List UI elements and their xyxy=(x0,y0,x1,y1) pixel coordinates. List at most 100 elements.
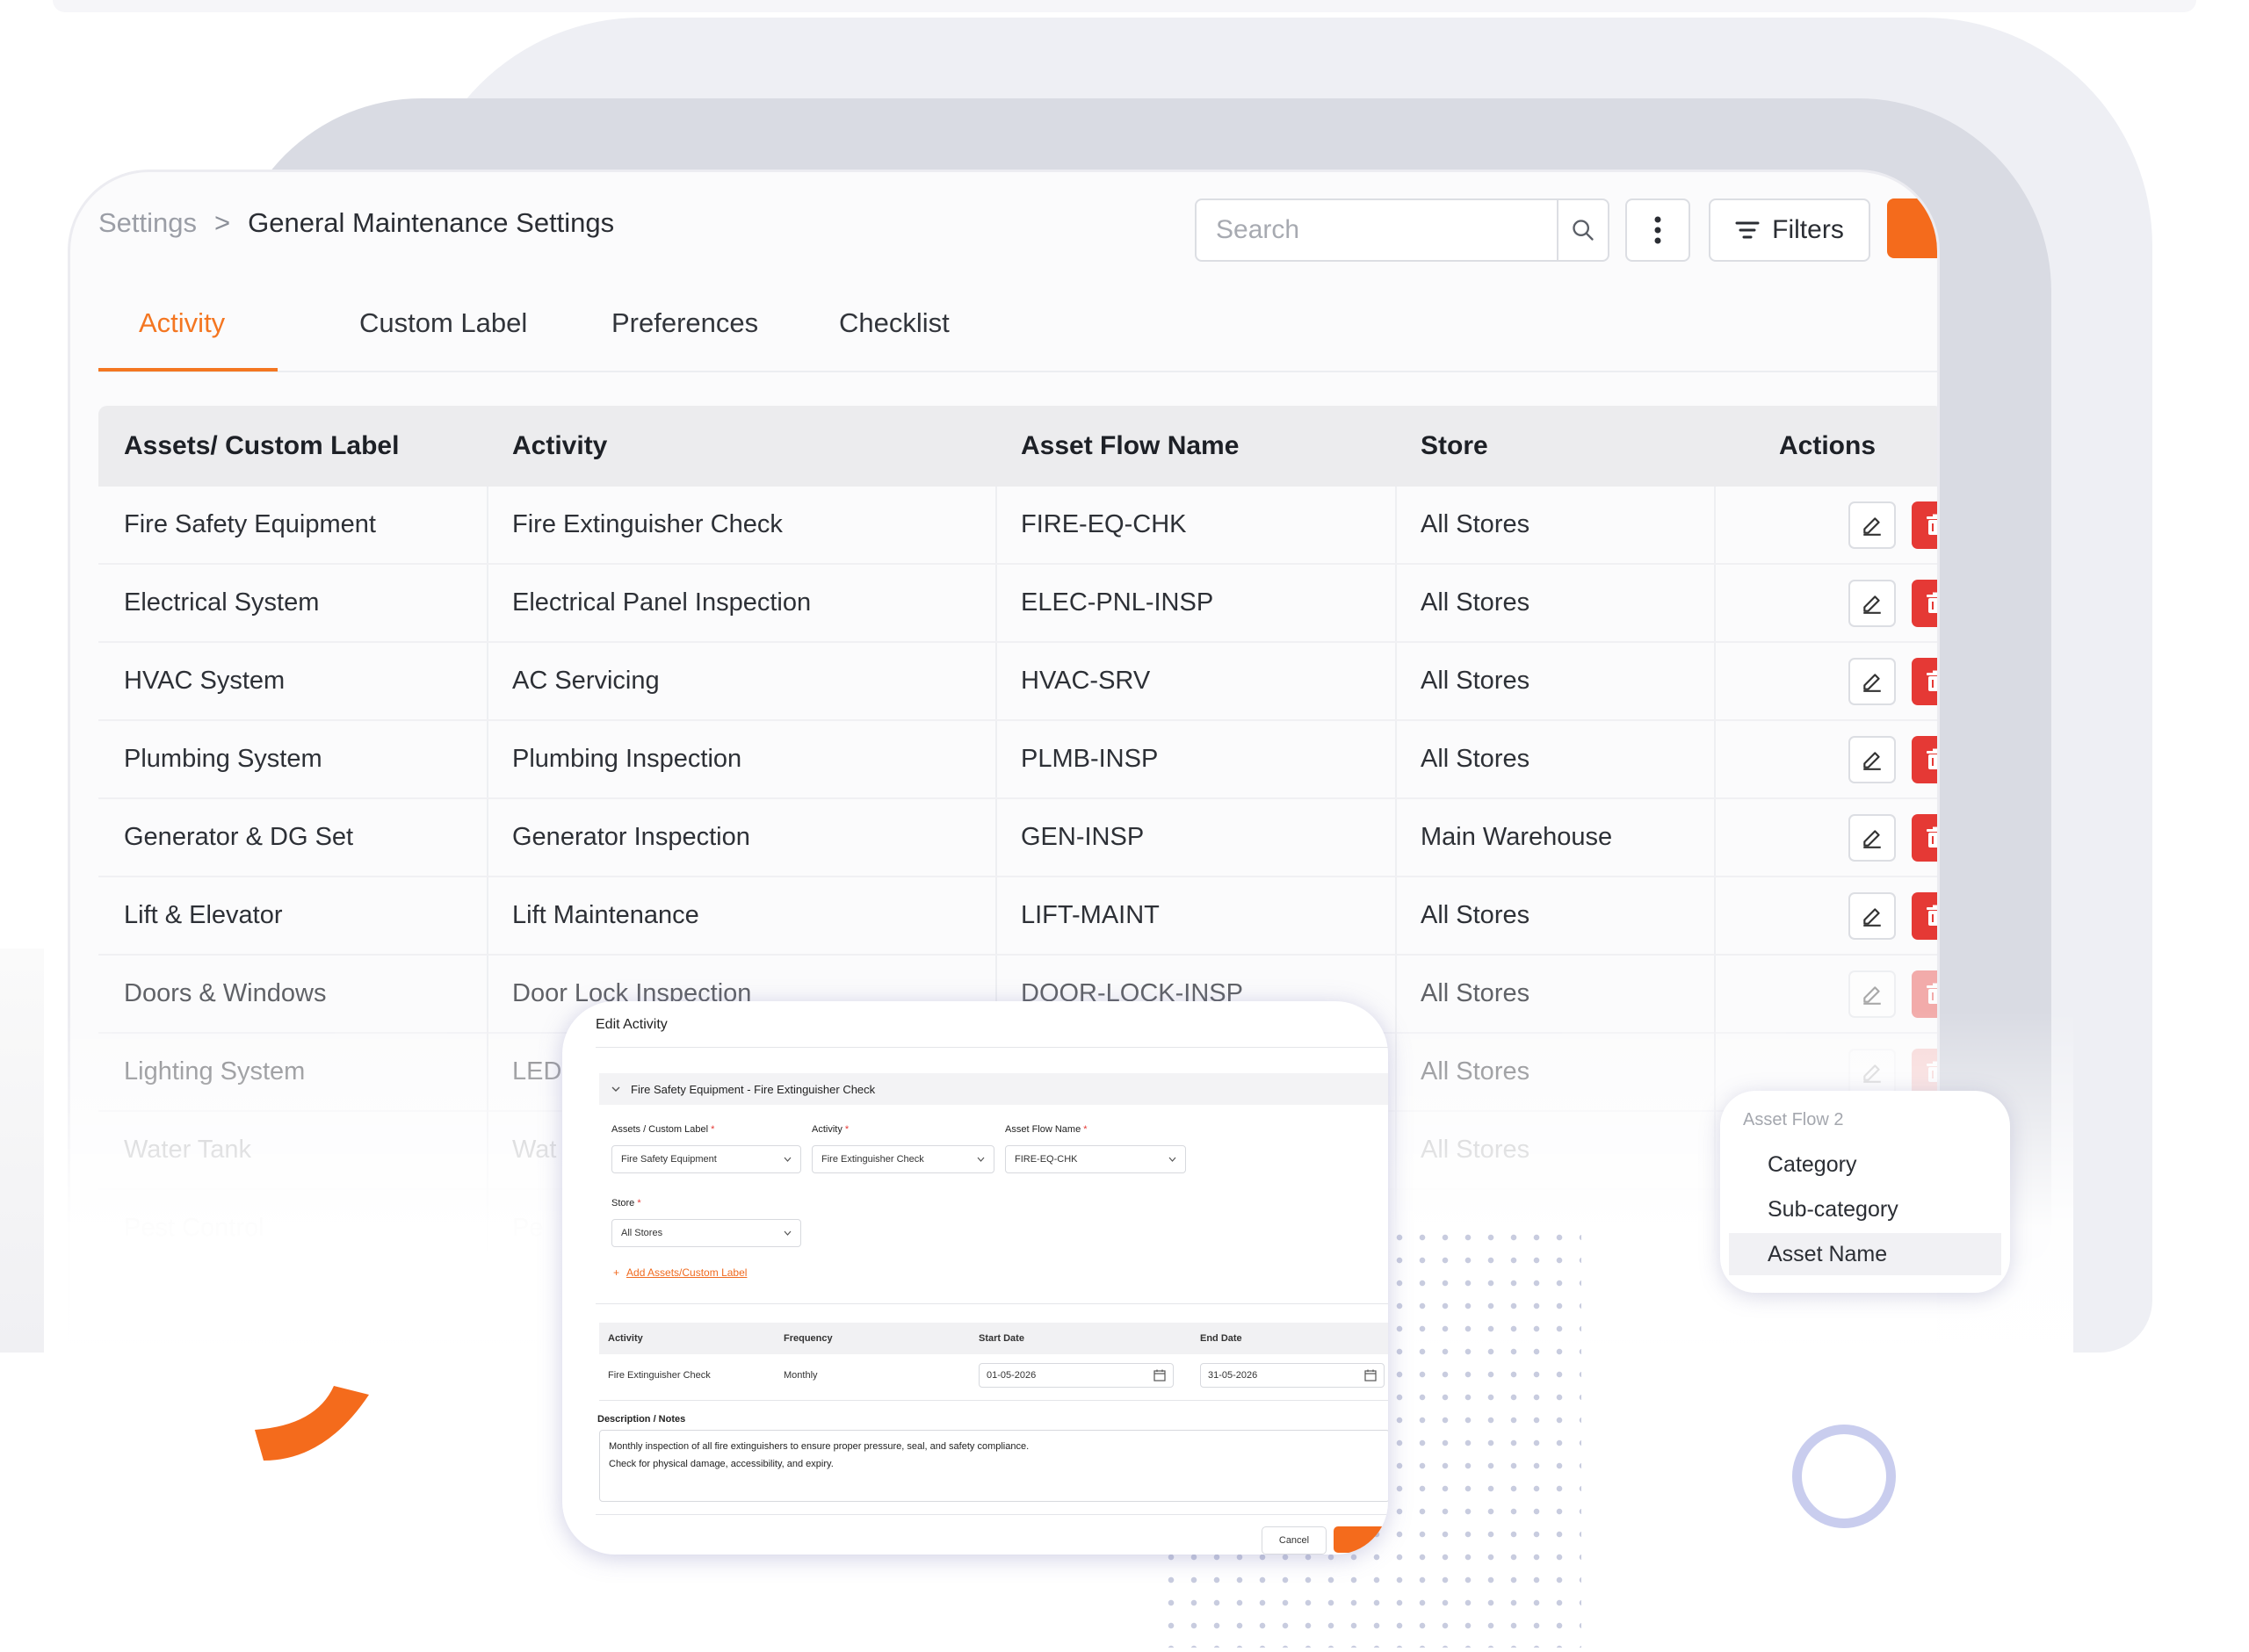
breadcrumb-separator: > xyxy=(214,207,231,238)
activity-section-header[interactable]: Fire Safety Equipment - Fire Extinguishe… xyxy=(599,1073,1388,1105)
tab-preferences[interactable]: Preferences xyxy=(611,295,758,371)
breadcrumb-settings-link[interactable]: Settings xyxy=(98,207,197,239)
edit-button[interactable] xyxy=(1848,736,1896,783)
edit-button[interactable] xyxy=(1848,658,1896,705)
pencil-icon xyxy=(1863,830,1881,848)
activity-select-value: Fire Extinguisher Check xyxy=(821,1154,924,1165)
cell-store: All Stores xyxy=(1421,1057,1530,1086)
cell-asset: Water Tank xyxy=(124,1136,252,1164)
store-select[interactable]: All Stores xyxy=(611,1219,801,1247)
more-vertical-icon xyxy=(1654,216,1661,244)
assets-select[interactable]: Fire Safety Equipment xyxy=(611,1145,801,1173)
add-assets-link-label: Add Assets/Custom Label xyxy=(626,1266,748,1279)
calendar-icon xyxy=(1364,1369,1377,1381)
assets-select-value: Fire Safety Equipment xyxy=(621,1154,717,1165)
edit-button[interactable] xyxy=(1848,501,1896,549)
schedule-frequency: Monthly xyxy=(784,1370,818,1381)
cell-activity: Plumbing Inspection xyxy=(512,745,742,773)
flow-select[interactable]: FIRE-EQ-CHK xyxy=(1005,1145,1186,1173)
cell-store: All Stores xyxy=(1421,979,1530,1007)
dropdown-item-category[interactable]: Category xyxy=(1729,1143,2001,1186)
tab-checklist[interactable]: Checklist xyxy=(839,295,950,371)
delete-button[interactable] xyxy=(1912,658,1937,705)
tab-activity[interactable]: Activity xyxy=(139,295,225,371)
cell-asset: Lighting System xyxy=(124,1057,306,1086)
delete-button[interactable] xyxy=(1912,970,1937,1018)
activity-select[interactable]: Fire Extinguisher Check xyxy=(812,1145,994,1173)
chevron-down-icon xyxy=(1168,1157,1176,1162)
table-row: Fire Safety Equipment Fire Extinguisher C… xyxy=(98,487,1937,565)
more-options-button[interactable] xyxy=(1625,198,1690,262)
cancel-button[interactable]: Cancel xyxy=(1262,1526,1327,1555)
pencil-icon xyxy=(1863,908,1881,927)
cell-asset-flow: HVAC-SRV xyxy=(1021,667,1151,695)
background-strip xyxy=(53,0,2196,12)
column-header-actions: Actions xyxy=(1779,431,1877,460)
column-header-activity: Activity xyxy=(512,431,608,460)
edit-button[interactable] xyxy=(1848,1049,1896,1096)
save-button[interactable] xyxy=(1334,1526,1388,1553)
cell-asset: Lift & Elevator xyxy=(124,901,283,929)
cell-activity: Fire Extinguisher Check xyxy=(512,510,783,538)
schedule-activity: Fire Extinguisher Check xyxy=(608,1370,711,1381)
start-date-input[interactable]: 01-05-2026 xyxy=(979,1363,1174,1388)
description-label: Description / Notes xyxy=(597,1414,686,1425)
cell-store: All Stores xyxy=(1421,588,1530,617)
dropdown-item-asset-name[interactable]: Asset Name xyxy=(1729,1233,2001,1275)
cell-activity: Pe xyxy=(512,1214,544,1242)
filter-icon xyxy=(1735,221,1760,239)
delete-button[interactable] xyxy=(1912,892,1937,940)
pencil-icon xyxy=(1863,674,1881,692)
delete-button[interactable] xyxy=(1912,501,1937,549)
delete-button[interactable] xyxy=(1912,580,1937,627)
cell-store: All Stores xyxy=(1421,510,1530,538)
column-header-store: Store xyxy=(1421,431,1488,460)
cell-store: All Stores xyxy=(1421,1136,1530,1164)
schedule-col-start: Start Date xyxy=(979,1333,1024,1344)
dropdown-item-sub-category[interactable]: Sub-category xyxy=(1729,1188,2001,1230)
edit-button[interactable] xyxy=(1848,580,1896,627)
cell-store: Main Warehouse xyxy=(1421,823,1613,851)
trash-icon xyxy=(1927,670,1937,691)
cell-activity: Wat xyxy=(512,1136,557,1164)
search-input[interactable] xyxy=(1197,214,1557,246)
cell-asset: Electrical System xyxy=(124,588,320,617)
chevron-down-icon xyxy=(784,1230,792,1236)
column-header-assets: Assets/ Custom Label xyxy=(124,431,400,460)
edit-button[interactable] xyxy=(1848,892,1896,940)
column-header-asset-flow: Asset Flow Name xyxy=(1021,431,1240,460)
trash-icon xyxy=(1927,905,1937,926)
decorative-arc xyxy=(255,1386,369,1461)
description-textarea[interactable]: Monthly inspection of all fire extinguis… xyxy=(599,1430,1388,1502)
edit-button[interactable] xyxy=(1848,814,1896,862)
search-button[interactable] xyxy=(1557,200,1608,260)
filters-button[interactable]: Filters xyxy=(1709,198,1870,262)
cell-activity: LED xyxy=(512,1057,562,1086)
tab-custom-label[interactable]: Custom Label xyxy=(359,295,527,371)
cell-asset: HVAC System xyxy=(124,667,286,695)
search-box xyxy=(1195,198,1609,262)
trash-icon xyxy=(1927,592,1937,613)
cell-asset: Plumbing System xyxy=(124,745,322,773)
delete-button[interactable] xyxy=(1912,736,1937,783)
page-title: General Maintenance Settings xyxy=(248,207,615,238)
asset-flow-dropdown: Asset Flow 2 Category Sub-category Asset… xyxy=(1720,1091,2010,1293)
decorative-ring xyxy=(1792,1425,1896,1528)
chevron-down-icon xyxy=(977,1157,985,1162)
delete-button[interactable] xyxy=(1912,814,1937,862)
cell-activity: AC Servicing xyxy=(512,667,660,695)
end-date-input[interactable]: 31-05-2026 xyxy=(1200,1363,1385,1388)
delete-button[interactable] xyxy=(1912,1049,1937,1096)
cell-activity: Lift Maintenance xyxy=(512,901,699,929)
cell-store: All Stores xyxy=(1421,745,1530,773)
add-button[interactable] xyxy=(1887,198,1937,258)
modal-divider xyxy=(596,1514,1388,1515)
schedule-col-activity: Activity xyxy=(608,1333,643,1344)
store-select-value: All Stores xyxy=(621,1228,663,1238)
add-assets-link[interactable]: + Add Assets/Custom Label xyxy=(613,1266,747,1279)
plus-icon: + xyxy=(613,1266,620,1279)
edit-button[interactable] xyxy=(1848,970,1896,1018)
description-line: Monthly inspection of all fire extinguis… xyxy=(609,1441,1030,1452)
pencil-icon xyxy=(1863,595,1881,614)
cell-store: All Stores xyxy=(1421,901,1530,929)
